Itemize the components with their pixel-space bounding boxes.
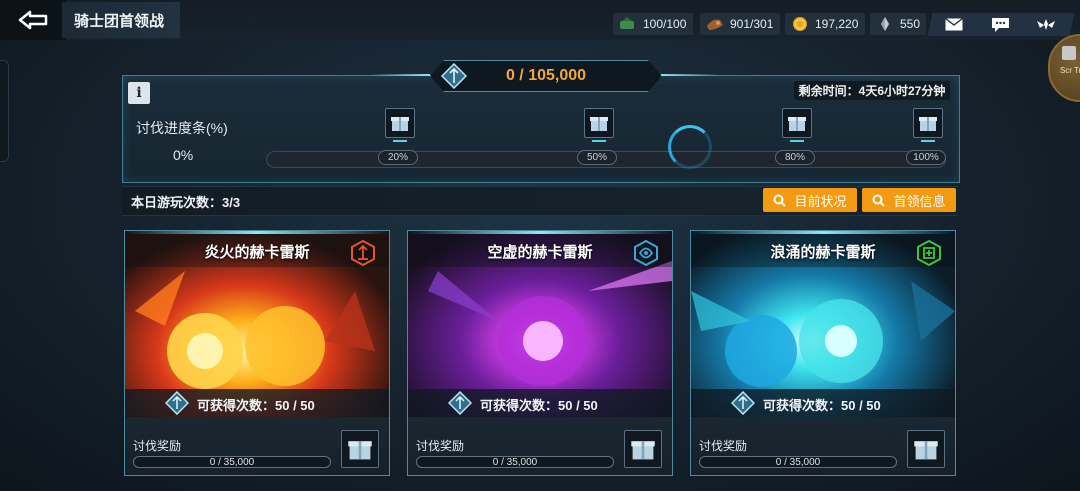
total-damage-value: 0 / 105,000 bbox=[505, 67, 587, 84]
milestone-20[interactable]: 20% bbox=[378, 108, 422, 170]
page-title: 骑士团首领战 bbox=[62, 2, 180, 38]
progress-value: 0% bbox=[173, 147, 194, 163]
reward-progress-bar: 0 / 35,000 bbox=[133, 456, 331, 468]
boss-info-label: 首领信息 bbox=[893, 193, 946, 209]
back-button[interactable] bbox=[0, 0, 66, 40]
raid-gem-icon bbox=[165, 391, 189, 415]
crystal-icon bbox=[881, 17, 889, 31]
gift-box-icon bbox=[914, 441, 938, 460]
reward-box-button[interactable] bbox=[624, 430, 662, 468]
current-status-label: 目前状况 bbox=[794, 193, 847, 209]
attempts-count: 可获得次数：50 / 50 bbox=[763, 398, 881, 413]
mail-icon bbox=[945, 18, 963, 31]
daily-plays-count: 本日游玩次数：3/3 bbox=[131, 195, 241, 210]
side-button-text: Scr Tran bbox=[1060, 66, 1080, 75]
card-top-edge bbox=[125, 231, 389, 234]
void-element-icon bbox=[634, 240, 658, 266]
loading-spinner bbox=[668, 125, 712, 169]
remaining-time: 剩余时间：4天6小时27分钟 bbox=[794, 81, 950, 100]
gift-box-icon bbox=[631, 441, 655, 460]
crystal-value: 550 bbox=[900, 17, 921, 31]
reward-progress-bar: 0 / 35,000 bbox=[699, 456, 897, 468]
boss-card-fire[interactable]: 炎火的赫卡雷斯 可获得次数：50 / 50 讨伐奖励 0 / 35,000 bbox=[124, 230, 390, 476]
reward-progress: 0 / 35,000 bbox=[775, 456, 821, 468]
milestone-tick bbox=[790, 140, 804, 142]
milestone-50[interactable]: 50% bbox=[577, 108, 621, 170]
gift-box-icon bbox=[788, 117, 806, 131]
banner-line-right bbox=[660, 74, 720, 76]
info-button[interactable]: i bbox=[128, 82, 150, 104]
search-icon bbox=[872, 194, 886, 207]
milestone-percent: 20% bbox=[378, 150, 418, 165]
ticket-counter: 901/301 bbox=[700, 13, 780, 35]
crystal-counter: 550 bbox=[870, 13, 926, 35]
boss-card-void[interactable]: 空虚的赫卡雷斯 可获得次数：50 / 50 讨伐奖励 0 / 35,000 bbox=[407, 230, 673, 476]
gift-box-icon bbox=[391, 117, 409, 131]
reward-progress: 0 / 35,000 bbox=[492, 456, 538, 468]
banner-line-left bbox=[370, 74, 430, 76]
search-icon bbox=[773, 194, 787, 207]
boss-card-wave[interactable]: 浪涌的赫卡雷斯 可获得次数：50 / 50 讨伐奖励 0 / 35,000 bbox=[690, 230, 956, 476]
chat-button[interactable] bbox=[980, 13, 1020, 36]
guild-button[interactable] bbox=[1026, 13, 1066, 36]
milestone-reward-box[interactable] bbox=[385, 108, 415, 138]
attempts-count: 可获得次数：50 / 50 bbox=[197, 398, 315, 413]
reward-label: 讨伐奖励 bbox=[416, 439, 465, 453]
milestone-reward-box[interactable] bbox=[913, 108, 943, 138]
milestone-percent: 100% bbox=[906, 150, 946, 165]
wave-element-icon bbox=[917, 240, 941, 266]
progress-label: 讨伐进度条(%) bbox=[136, 120, 228, 136]
reward-box-button[interactable] bbox=[907, 430, 945, 468]
fire-element-icon bbox=[351, 240, 375, 266]
left-drawer-handle[interactable] bbox=[0, 60, 9, 162]
milestone-percent: 80% bbox=[775, 150, 815, 165]
milestone-80[interactable]: 80% bbox=[775, 108, 819, 170]
gift-box-icon bbox=[919, 117, 937, 131]
milestone-100[interactable]: 100% bbox=[906, 108, 950, 170]
milestone-percent: 50% bbox=[577, 150, 617, 165]
raid-gem-icon bbox=[731, 391, 755, 415]
current-status-button[interactable]: 目前状况 bbox=[763, 188, 857, 212]
guild-emblem-icon bbox=[1037, 18, 1055, 30]
card-top-edge bbox=[408, 231, 672, 234]
ticket-value: 901/301 bbox=[730, 17, 774, 31]
gift-box-icon bbox=[348, 441, 372, 460]
gold-coin-icon bbox=[793, 17, 807, 31]
mail-button[interactable] bbox=[934, 13, 974, 36]
raid-gem-icon bbox=[441, 63, 467, 89]
stamina-value: 100/100 bbox=[643, 17, 687, 31]
milestone-reward-box[interactable] bbox=[782, 108, 812, 138]
reward-label: 讨伐奖励 bbox=[133, 439, 182, 453]
gold-value: 197,220 bbox=[815, 17, 859, 31]
card-top-edge bbox=[691, 231, 955, 234]
side-panel-button[interactable]: Scr Tran bbox=[1048, 34, 1080, 102]
reward-progress: 0 / 35,000 bbox=[209, 456, 255, 468]
milestone-tick bbox=[921, 140, 935, 142]
stamina-counter: 100/100 bbox=[613, 13, 693, 35]
ticket-icon bbox=[707, 19, 723, 30]
back-arrow-icon bbox=[18, 10, 48, 30]
gift-box-icon bbox=[590, 117, 608, 131]
milestone-reward-box[interactable] bbox=[584, 108, 614, 138]
attempts-count: 可获得次数：50 / 50 bbox=[480, 398, 598, 413]
reward-label: 讨伐奖励 bbox=[699, 439, 748, 453]
chat-icon bbox=[991, 17, 1009, 32]
milestone-tick bbox=[393, 140, 407, 142]
reward-progress-bar: 0 / 35,000 bbox=[416, 456, 614, 468]
reward-box-button[interactable] bbox=[341, 430, 379, 468]
gold-counter: 197,220 bbox=[785, 13, 865, 35]
stamina-icon bbox=[620, 17, 634, 29]
milestone-tick bbox=[592, 140, 606, 142]
boss-info-button[interactable]: 首领信息 bbox=[862, 188, 956, 212]
raid-gem-icon bbox=[448, 391, 472, 415]
